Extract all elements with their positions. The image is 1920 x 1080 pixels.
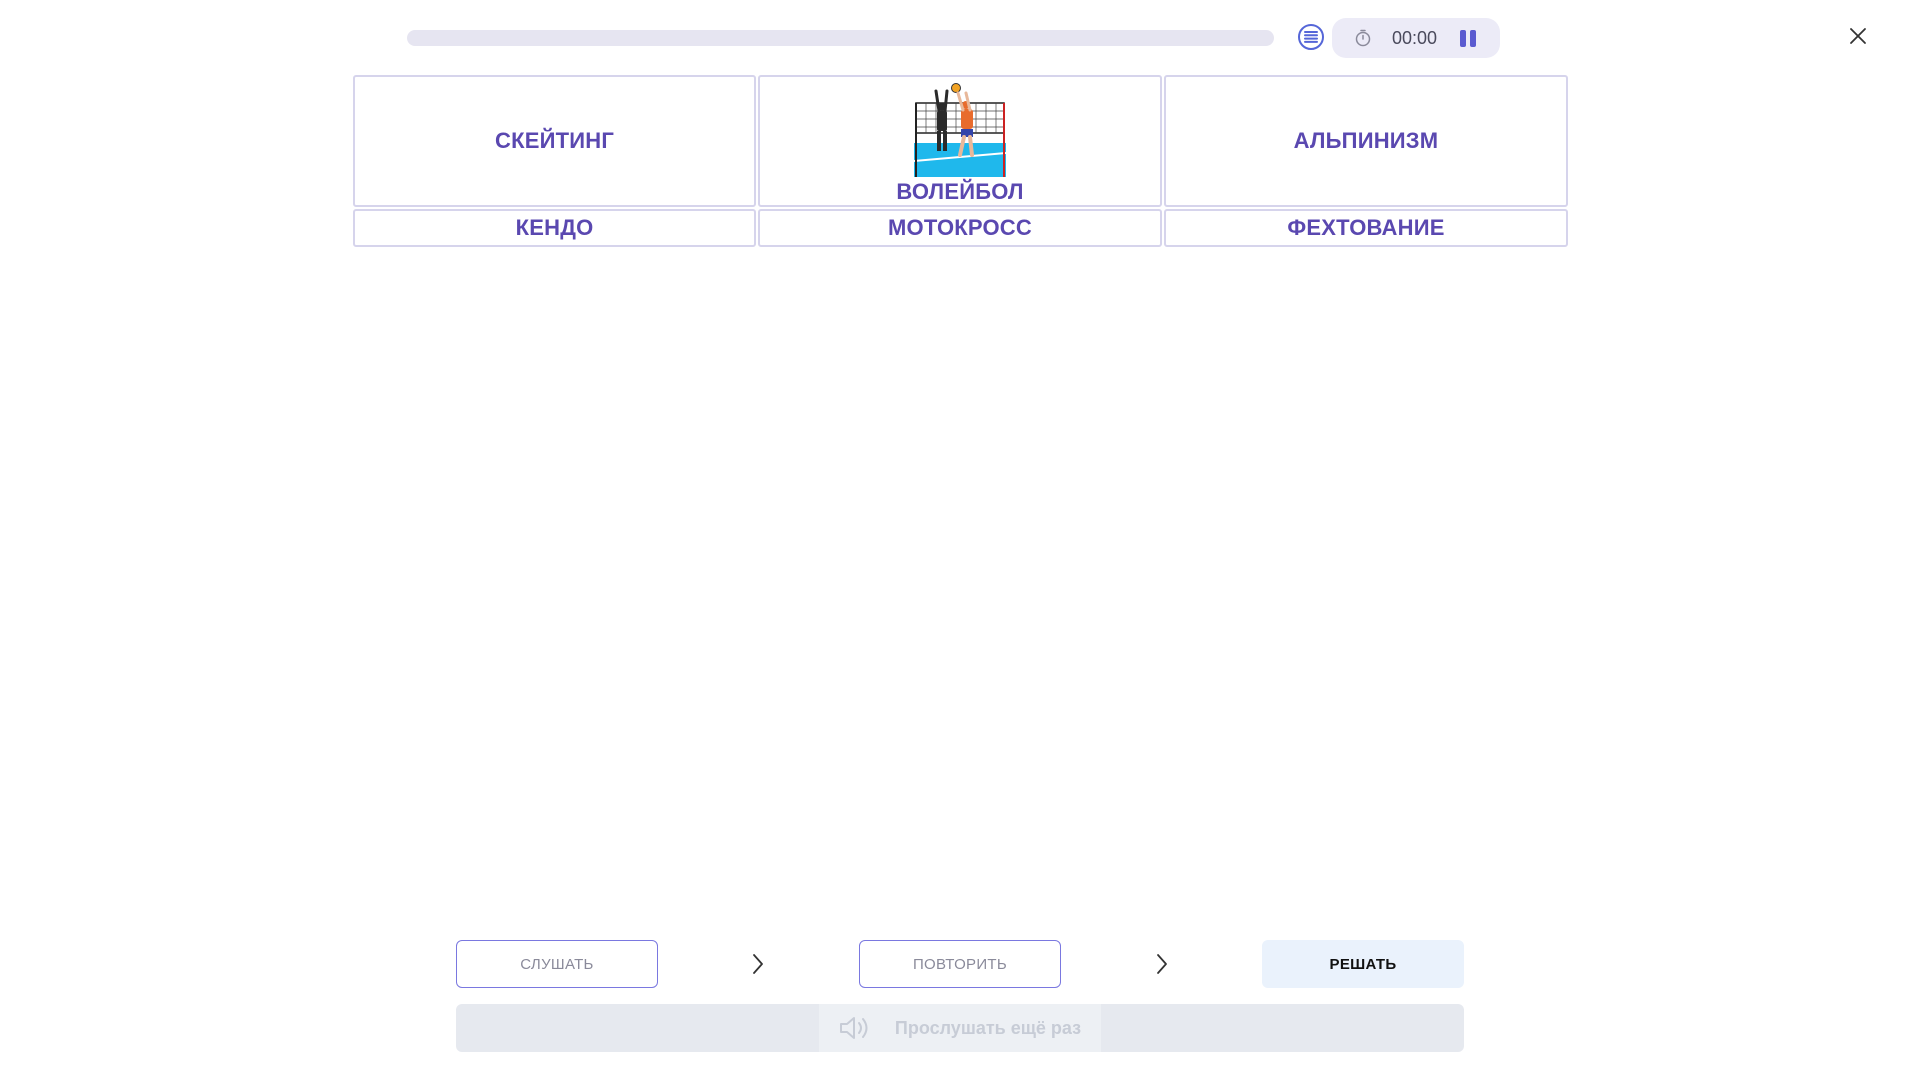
answer-tile-label: МОТОКРОСС xyxy=(888,215,1032,240)
stopwatch-icon xyxy=(1355,29,1371,47)
listen-again-label: Прослушать ещё раз xyxy=(894,1017,1082,1038)
volleyball-players-icon xyxy=(914,83,1006,177)
close-icon xyxy=(1850,28,1866,44)
listen-again-content: Прослушать ещё раз xyxy=(818,1004,1102,1052)
repeat-button-label: ПОВТОРИТЬ xyxy=(912,955,1008,973)
answer-tile-skating[interactable]: СКЕЙТИНГ xyxy=(353,75,756,207)
speaker-icon xyxy=(839,1017,868,1039)
pause-button[interactable] xyxy=(1459,29,1477,47)
task-list-button[interactable] xyxy=(1298,24,1324,50)
answer-tile-label: КЕНДО xyxy=(515,215,594,240)
chevron-right-icon xyxy=(1157,954,1167,974)
chevron-right-icon xyxy=(753,954,763,974)
answer-tile-label: СКЕЙТИНГ xyxy=(494,128,614,153)
timer-value: 00:00 xyxy=(1392,28,1438,48)
timer: 00:00 xyxy=(1332,18,1500,58)
answer-tile-label: АЛЬПИНИЗМ xyxy=(1293,128,1439,153)
listen-button-label: СЛУШАТЬ xyxy=(520,955,594,973)
answer-tile-motocross[interactable]: МОТОКРОСС xyxy=(758,209,1162,247)
answer-tile-label: ВОЛЕЙБОЛ xyxy=(896,179,1024,204)
answer-tile-alpinism[interactable]: АЛЬПИНИЗМ xyxy=(1164,75,1568,207)
solve-button-label: РЕШАТЬ xyxy=(1329,955,1397,973)
listen-button[interactable]: СЛУШАТЬ xyxy=(456,940,658,988)
answer-tile-label: ФЕХТОВАНИЕ xyxy=(1287,215,1445,240)
answer-tile-kendo[interactable]: КЕНДО xyxy=(353,209,756,247)
answer-tile-fencing[interactable]: ФЕХТОВАНИЕ xyxy=(1164,209,1568,247)
repeat-button[interactable]: ПОВТОРИТЬ xyxy=(859,940,1061,988)
close-button[interactable] xyxy=(1846,24,1870,48)
answer-grid: СКЕЙТИНГ ВОЛЕЙБОЛ АЛЬПИНИЗМ КЕНДО МОТОКР… xyxy=(353,75,1568,247)
list-icon xyxy=(1304,31,1318,43)
listen-again-button[interactable]: Прослушать ещё раз xyxy=(456,1004,1464,1052)
solve-button[interactable]: РЕШАТЬ xyxy=(1262,940,1464,988)
progress-bar xyxy=(407,30,1274,46)
answer-tile-volleyball[interactable]: ВОЛЕЙБОЛ xyxy=(758,75,1162,207)
